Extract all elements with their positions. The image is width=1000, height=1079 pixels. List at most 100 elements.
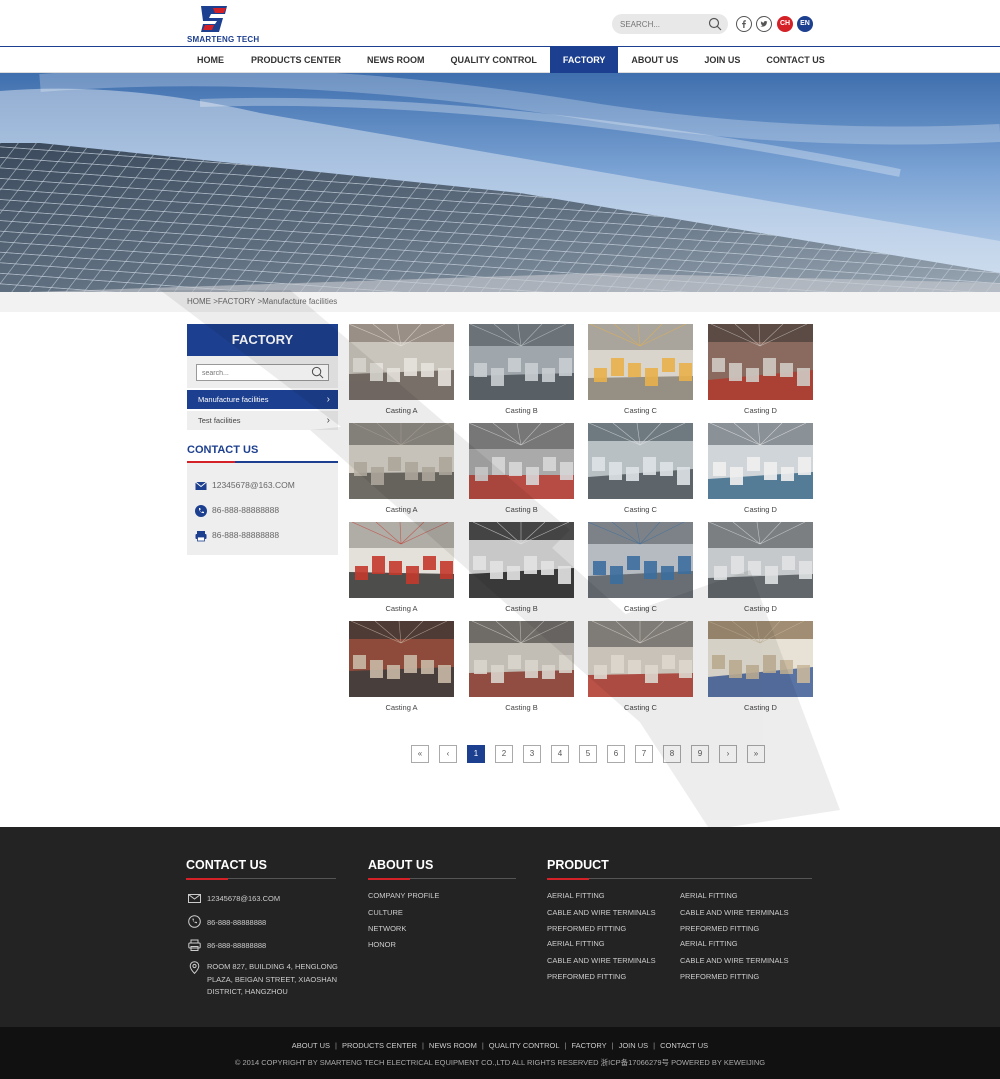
gallery-thumbnail[interactable] xyxy=(588,522,693,598)
footer-product-link[interactable]: PREFORMED FITTING xyxy=(547,924,626,933)
gallery-thumbnail[interactable] xyxy=(469,522,574,598)
footer-bottom-link[interactable]: QUALITY CONTROL xyxy=(489,1041,560,1050)
search-icon[interactable] xyxy=(311,366,324,379)
gallery-thumbnail[interactable] xyxy=(708,423,813,499)
gallery-item[interactable]: Casting D xyxy=(708,423,813,514)
footer-about-link[interactable]: CULTURE xyxy=(368,908,403,917)
gallery-thumbnail[interactable] xyxy=(708,621,813,697)
page-button-8[interactable]: 8 xyxy=(663,745,681,763)
twitter-icon[interactable] xyxy=(756,16,772,32)
sidebar-item-test-facilities[interactable]: Test facilities › xyxy=(187,411,338,430)
gallery-thumbnail[interactable] xyxy=(708,522,813,598)
page-button-6[interactable]: 6 xyxy=(607,745,625,763)
lang-ch-button[interactable]: CH xyxy=(777,16,793,32)
footer-product-link[interactable]: CABLE AND WIRE TERMINALS xyxy=(680,956,789,965)
gallery-caption[interactable]: Casting A xyxy=(349,703,454,712)
gallery-caption[interactable]: Casting B xyxy=(469,406,574,415)
footer-product-link[interactable]: CABLE AND WIRE TERMINALS xyxy=(547,956,656,965)
gallery-caption[interactable]: Casting D xyxy=(708,505,813,514)
gallery-item[interactable]: Casting A xyxy=(349,423,454,514)
page-button-7[interactable]: 7 xyxy=(635,745,653,763)
page-button-2[interactable]: 2 xyxy=(495,745,513,763)
gallery-item[interactable]: Casting B xyxy=(469,324,574,415)
footer-product-link[interactable]: AERIAL FITTING xyxy=(680,939,738,948)
page-button-3[interactable]: 3 xyxy=(523,745,541,763)
gallery-item[interactable]: Casting A xyxy=(349,621,454,712)
search-input[interactable] xyxy=(620,17,708,31)
gallery-item[interactable]: Casting C xyxy=(588,324,693,415)
gallery-caption[interactable]: Casting A xyxy=(349,505,454,514)
gallery-thumbnail[interactable] xyxy=(588,324,693,400)
footer-product-link[interactable]: PREFORMED FITTING xyxy=(680,924,759,933)
footer-product-link[interactable]: PREFORMED FITTING xyxy=(680,972,759,981)
gallery-caption[interactable]: Casting A xyxy=(349,604,454,613)
gallery-caption[interactable]: Casting B xyxy=(469,703,574,712)
breadcrumb[interactable]: HOME >FACTORY >Manufacture facilities xyxy=(187,297,337,306)
gallery-caption[interactable]: Casting D xyxy=(708,406,813,415)
gallery-thumbnail[interactable] xyxy=(349,621,454,697)
logo[interactable]: SMARTENG TECH xyxy=(187,4,259,44)
gallery-caption[interactable]: Casting D xyxy=(708,604,813,613)
gallery-caption[interactable]: Casting C xyxy=(588,505,693,514)
nav-news-room[interactable]: NEWS ROOM xyxy=(354,47,438,73)
gallery-caption[interactable]: Casting A xyxy=(349,406,454,415)
nav-about-us[interactable]: ABOUT US xyxy=(618,47,691,73)
search-icon[interactable] xyxy=(708,17,722,31)
gallery-caption[interactable]: Casting C xyxy=(588,604,693,613)
gallery-item[interactable]: Casting B xyxy=(469,522,574,613)
page-button-9[interactable]: 9 xyxy=(691,745,709,763)
nav-products-center[interactable]: PRODUCTS CENTER xyxy=(238,47,354,73)
gallery-caption[interactable]: Casting B xyxy=(469,505,574,514)
gallery-item[interactable]: Casting B xyxy=(469,621,574,712)
footer-product-link[interactable]: AERIAL FITTING xyxy=(547,891,605,900)
gallery-caption[interactable]: Casting B xyxy=(469,604,574,613)
gallery-item[interactable]: Casting D xyxy=(708,522,813,613)
gallery-item[interactable]: Casting B xyxy=(469,423,574,514)
first-page-button[interactable]: « xyxy=(411,745,429,763)
next-page-button[interactable]: › xyxy=(719,745,737,763)
lang-en-button[interactable]: EN xyxy=(797,16,813,32)
gallery-thumbnail[interactable] xyxy=(588,621,693,697)
page-button-4[interactable]: 4 xyxy=(551,745,569,763)
footer-product-link[interactable]: AERIAL FITTING xyxy=(680,891,738,900)
footer-bottom-link[interactable]: NEWS ROOM xyxy=(429,1041,477,1050)
gallery-item[interactable]: Casting C xyxy=(588,423,693,514)
sidebar-item-manufacture-facilities[interactable]: Manufacture facilities › xyxy=(187,390,338,409)
nav-contact-us[interactable]: CONTACT US xyxy=(753,47,837,73)
footer-product-link[interactable]: PREFORMED FITTING xyxy=(547,972,626,981)
footer-about-link[interactable]: COMPANY PROFILE xyxy=(368,891,439,900)
gallery-thumbnail[interactable] xyxy=(349,522,454,598)
nav-factory[interactable]: FACTORY xyxy=(549,47,619,73)
gallery-caption[interactable]: Casting C xyxy=(588,703,693,712)
gallery-item[interactable]: Casting C xyxy=(588,522,693,613)
nav-quality-control[interactable]: QUALITY CONTROL xyxy=(438,47,550,73)
footer-product-link[interactable]: AERIAL FITTING xyxy=(547,939,605,948)
gallery-item[interactable]: Casting D xyxy=(708,324,813,415)
facebook-icon[interactable] xyxy=(736,16,752,32)
footer-product-link[interactable]: CABLE AND WIRE TERMINALS xyxy=(680,908,789,917)
sidebar-search-input[interactable] xyxy=(202,367,302,379)
footer-bottom-link[interactable]: PRODUCTS CENTER xyxy=(342,1041,417,1050)
page-button-5[interactable]: 5 xyxy=(579,745,597,763)
nav-home[interactable]: HOME xyxy=(183,47,238,73)
footer-about-link[interactable]: NETWORK xyxy=(368,924,406,933)
gallery-thumbnail[interactable] xyxy=(708,324,813,400)
gallery-thumbnail[interactable] xyxy=(469,621,574,697)
footer-about-link[interactable]: HONOR xyxy=(368,940,396,949)
gallery-caption[interactable]: Casting D xyxy=(708,703,813,712)
gallery-caption[interactable]: Casting C xyxy=(588,406,693,415)
gallery-item[interactable]: Casting A xyxy=(349,324,454,415)
footer-bottom-link[interactable]: FACTORY xyxy=(571,1041,606,1050)
gallery-item[interactable]: Casting D xyxy=(708,621,813,712)
footer-bottom-link[interactable]: CONTACT US xyxy=(660,1041,708,1050)
gallery-thumbnail[interactable] xyxy=(349,423,454,499)
footer-bottom-link[interactable]: JOIN US xyxy=(619,1041,649,1050)
gallery-item[interactable]: Casting C xyxy=(588,621,693,712)
prev-page-button[interactable]: ‹ xyxy=(439,745,457,763)
footer-product-link[interactable]: CABLE AND WIRE TERMINALS xyxy=(547,908,656,917)
gallery-thumbnail[interactable] xyxy=(349,324,454,400)
last-page-button[interactable]: » xyxy=(747,745,765,763)
gallery-thumbnail[interactable] xyxy=(469,324,574,400)
gallery-thumbnail[interactable] xyxy=(588,423,693,499)
footer-bottom-link[interactable]: ABOUT US xyxy=(292,1041,330,1050)
